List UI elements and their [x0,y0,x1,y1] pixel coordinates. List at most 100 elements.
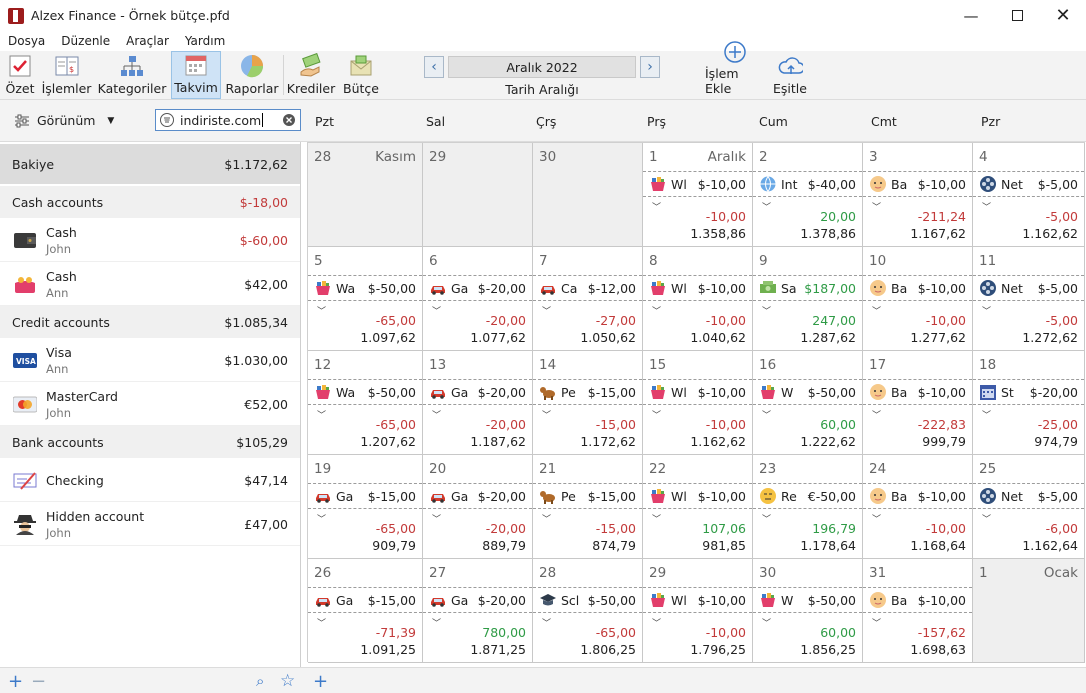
transaction-entry[interactable]: Ga $-20,00 [423,275,532,301]
expand-chevron-icon[interactable]: ﹀ [542,616,551,629]
expand-chevron-icon[interactable]: ﹀ [432,408,441,421]
calendar-day-cell[interactable]: 18 St $-20,00 ﹀ -25,00 974,79 [973,351,1085,455]
transaction-entry[interactable]: St $-20,00 [973,379,1084,405]
calendar-day-cell[interactable]: 28 Scl $-50,00 ﹀ -65,00 1.806,25 [533,559,643,663]
expand-chevron-icon[interactable]: ﹀ [872,408,881,421]
calendar-day-cell[interactable]: 6 Ga $-20,00 ﹀ -20,00 1.077,62 [423,247,533,351]
transaction-entry[interactable]: W $-50,00 [753,379,862,405]
expand-chevron-icon[interactable]: ﹀ [652,616,661,629]
expand-chevron-icon[interactable]: ﹀ [872,616,881,629]
calendar-day-cell[interactable]: 5 Wa $-50,00 ﹀ -65,00 1.097,62 [308,247,423,351]
transaction-entry[interactable]: Ga $-15,00 [308,587,422,613]
calendar-day-cell[interactable]: 15 Wl $-10,00 ﹀ -10,00 1.162,62 [643,351,753,455]
search-input[interactable]: indiriste.com [180,113,261,128]
expand-chevron-icon[interactable]: ﹀ [982,200,991,213]
expand-chevron-icon[interactable]: ﹀ [762,304,771,317]
menu-help[interactable]: Yardım [177,34,233,48]
transaction-entry[interactable]: Wa $-50,00 [308,275,422,301]
add-transaction-icon[interactable]: + [313,671,328,692]
sync-button[interactable]: Eşitle [771,51,809,99]
transaction-entry[interactable]: Ba $-10,00 [863,483,972,509]
account-row[interactable]: VISA Visa Ann $1.030,00 [0,338,300,382]
calendar-day-cell[interactable]: 17 Ba $-10,00 ﹀ -222,83 999,79 [863,351,973,455]
transaction-entry[interactable]: Sa $187,00 [753,275,862,301]
transaction-entry[interactable]: Net $-5,00 [973,171,1084,197]
calendar-day-cell[interactable]: 2 Int $-40,00 ﹀ 20,00 1.378,86 [753,143,863,247]
calendar-day-cell[interactable]: 11 Net $-5,00 ﹀ -5,00 1.272,62 [973,247,1085,351]
calendar-day-cell[interactable]: 20 Ga $-20,00 ﹀ -20,00 889,79 [423,455,533,559]
calendar-day-cell[interactable]: 30 W $-50,00 ﹀ 60,00 1.856,25 [753,559,863,663]
expand-chevron-icon[interactable]: ﹀ [542,408,551,421]
calendar-day-cell[interactable]: 14 Pe $-15,00 ﹀ -15,00 1.172,62 [533,351,643,455]
account-row[interactable]: Checking $47,14 [0,458,300,502]
account-row[interactable]: Hidden account John £47,00 [0,502,300,546]
summary-button[interactable]: Özet [4,51,36,99]
transaction-entry[interactable]: Ba $-10,00 [863,587,972,613]
expand-chevron-icon[interactable]: ﹀ [762,408,771,421]
transaction-entry[interactable]: Pe $-15,00 [533,483,642,509]
clear-search-icon[interactable] [282,113,296,127]
transaction-entry[interactable]: Re €-50,00 [753,483,862,509]
expand-chevron-icon[interactable]: ﹀ [762,616,771,629]
maximize-button[interactable] [994,0,1040,31]
menu-tools[interactable]: Araçlar [118,34,177,48]
expand-chevron-icon[interactable]: ﹀ [652,200,661,213]
menu-file[interactable]: Dosya [0,34,53,48]
calendar-day-cell[interactable]: 24 Ba $-10,00 ﹀ -10,00 1.168,64 [863,455,973,559]
expand-chevron-icon[interactable]: ﹀ [432,304,441,317]
expand-chevron-icon[interactable]: ﹀ [762,512,771,525]
calendar-day-cell[interactable]: 3 Ba $-10,00 ﹀ -211,24 1.167,62 [863,143,973,247]
expand-chevron-icon[interactable]: ﹀ [872,200,881,213]
transaction-entry[interactable]: Ba $-10,00 [863,379,972,405]
expand-chevron-icon[interactable]: ﹀ [652,304,661,317]
expand-chevron-icon[interactable]: ﹀ [982,408,991,421]
remove-account-icon[interactable]: − [31,671,46,692]
reports-button[interactable]: Raporlar [225,51,279,99]
expand-chevron-icon[interactable]: ﹀ [652,512,661,525]
balance-row[interactable]: Bakiye $1.172,62 [0,144,300,184]
calendar-day-cell[interactable]: 12 Wa $-50,00 ﹀ -65,00 1.207,62 [308,351,423,455]
expand-chevron-icon[interactable]: ﹀ [542,304,551,317]
transaction-entry[interactable]: Wl $-10,00 [643,483,752,509]
transaction-entry[interactable]: Scl $-50,00 [533,587,642,613]
expand-chevron-icon[interactable]: ﹀ [872,512,881,525]
transaction-entry[interactable]: Ba $-10,00 [863,275,972,301]
transaction-entry[interactable]: Ca $-12,00 [533,275,642,301]
view-button[interactable]: Görünüm ▼ [14,113,114,128]
search-field[interactable]: indiriste.com [155,109,301,131]
calendar-day-cell[interactable]: 1 Aralık Wl $-10,00 ﹀ -10,00 1.358,86 [643,143,753,247]
calendar-day-cell[interactable]: 21 Pe $-15,00 ﹀ -15,00 874,79 [533,455,643,559]
transaction-entry[interactable]: Ba $-10,00 [863,171,972,197]
transaction-entry[interactable]: Ga $-20,00 [423,379,532,405]
calendar-day-cell[interactable]: 30 [533,143,643,247]
calendar-day-cell[interactable]: 13 Ga $-20,00 ﹀ -20,00 1.187,62 [423,351,533,455]
calendar-day-cell[interactable]: 19 Ga $-15,00 ﹀ -65,00 909,79 [308,455,423,559]
categories-button[interactable]: Kategoriler [97,51,167,99]
menu-edit[interactable]: Düzenle [53,34,118,48]
calendar-day-cell[interactable]: 29 [423,143,533,247]
account-row[interactable]: MasterCard John €52,00 [0,382,300,426]
expand-chevron-icon[interactable]: ﹀ [317,616,326,629]
loans-button[interactable]: Krediler [287,51,335,99]
expand-chevron-icon[interactable]: ﹀ [317,408,326,421]
expand-chevron-icon[interactable]: ﹀ [317,512,326,525]
transaction-entry[interactable]: Wl $-10,00 [643,171,752,197]
close-button[interactable]: ✕ [1040,0,1086,31]
next-month-button[interactable]: › [640,56,660,78]
calendar-day-cell[interactable]: 27 Ga $-20,00 ﹀ 780,00 1.871,25 [423,559,533,663]
transaction-entry[interactable]: Ga $-15,00 [308,483,422,509]
expand-chevron-icon[interactable]: ﹀ [432,512,441,525]
transaction-entry[interactable]: Ga $-20,00 [423,483,532,509]
expand-chevron-icon[interactable]: ﹀ [652,408,661,421]
calendar-day-cell[interactable]: 9 Sa $187,00 ﹀ 247,00 1.287,62 [753,247,863,351]
account-row[interactable]: Cash Ann $42,00 [0,262,300,306]
transaction-entry[interactable]: Pe $-15,00 [533,379,642,405]
expand-chevron-icon[interactable]: ﹀ [982,304,991,317]
transaction-entry[interactable]: Wa $-50,00 [308,379,422,405]
expand-chevron-icon[interactable]: ﹀ [872,304,881,317]
previous-month-button[interactable]: ‹ [424,56,444,78]
star-icon[interactable]: ☆ [280,671,295,691]
group-cash-accounts[interactable]: Cash accounts $-18,00 [0,186,300,218]
calendar-day-cell[interactable]: 25 Net $-5,00 ﹀ -6,00 1.162,64 [973,455,1085,559]
calendar-day-cell[interactable]: 23 Re €-50,00 ﹀ 196,79 1.178,64 [753,455,863,559]
